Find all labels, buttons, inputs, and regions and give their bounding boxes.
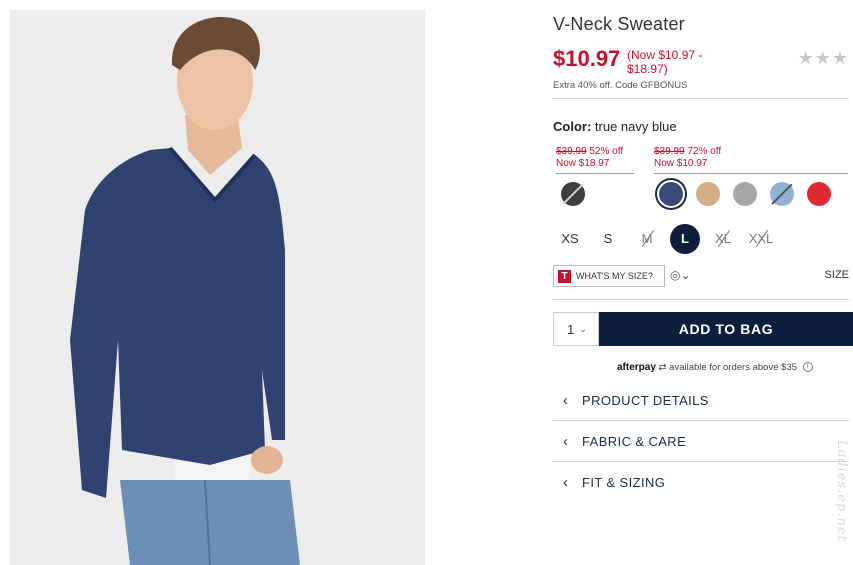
chevron-left-icon: ‹ xyxy=(563,392,568,409)
unavailable-slash xyxy=(562,183,584,205)
quantity-select[interactable]: 1 ⌄ xyxy=(553,312,599,346)
price-tag-group-2: $39.99 72% off Now $10.97 xyxy=(654,146,721,170)
quantity-value: 1 xyxy=(567,321,575,337)
divider xyxy=(556,173,634,174)
size-m[interactable]: M xyxy=(632,224,662,254)
divider xyxy=(553,299,849,300)
accordion-label: PRODUCT DETAILS xyxy=(582,393,709,408)
rating-stars[interactable]: ★★★ xyxy=(798,48,849,69)
fit-profile-icon[interactable]: ◎⌄ xyxy=(670,268,691,282)
accordion-label: FIT & SIZING xyxy=(582,475,666,490)
product-image xyxy=(10,10,425,565)
afterpay-logo: afterpay xyxy=(617,362,656,373)
size-guide-link[interactable]: SIZE xyxy=(825,269,849,281)
current-price: $10.97 xyxy=(553,46,621,71)
was-price: $39.99 xyxy=(556,146,587,157)
size-l[interactable]: L xyxy=(670,224,700,254)
color-line: Color: true navy blue xyxy=(553,119,677,134)
unavailable-slash xyxy=(771,183,793,205)
now-price: Now $10.97 xyxy=(654,158,708,169)
whats-my-size-label: WHAT'S MY SIZE? xyxy=(576,271,653,281)
color-swatch-light-blue[interactable] xyxy=(770,182,794,206)
color-swatch-red[interactable] xyxy=(807,182,831,206)
product-title: V-Neck Sweater xyxy=(553,14,685,34)
divider xyxy=(553,420,849,421)
afterpay-arrows-icon: ⇄ xyxy=(658,362,667,373)
size-s[interactable]: S xyxy=(593,224,623,254)
price-row: $10.97 (Now $10.97 - $18.97) ★★★ xyxy=(553,46,849,82)
accordion-fit-sizing[interactable]: ‹ FIT & SIZING xyxy=(553,463,849,503)
size-selector: XS S M L XL XXL xyxy=(553,224,853,254)
size-xs[interactable]: XS xyxy=(555,224,585,254)
color-swatch-true-navy-blue[interactable] xyxy=(659,182,683,206)
true-fit-logo-icon: T xyxy=(558,269,571,283)
chevron-left-icon: ‹ xyxy=(563,433,568,450)
discount: 52% off xyxy=(589,146,624,157)
color-label: Color: xyxy=(553,119,592,134)
afterpay-note: afterpay ⇄ available for orders above $3… xyxy=(617,362,813,373)
color-swatch-grey[interactable] xyxy=(733,182,757,206)
color-value: true navy blue xyxy=(594,119,677,134)
add-to-bag-button[interactable]: ADD TO BAG xyxy=(599,312,853,346)
watermark: Ladies.ep.net xyxy=(834,440,849,542)
afterpay-text: available for orders above $35 xyxy=(669,362,797,373)
chevron-left-icon: ‹ xyxy=(563,474,568,491)
divider xyxy=(553,98,849,99)
size-xxl[interactable]: XXL xyxy=(746,224,776,254)
promo-text: Extra 40% off. Code GFBONUS xyxy=(553,80,688,91)
was-price: $39.99 xyxy=(654,146,685,157)
price-tag-group-1: $39.99 52% off Now $18.97 xyxy=(556,146,623,170)
discount: 72% off xyxy=(687,146,722,157)
fit-row: T WHAT'S MY SIZE? ◎⌄ SIZE xyxy=(553,265,853,287)
divider xyxy=(553,461,849,462)
size-xl[interactable]: XL xyxy=(708,224,738,254)
info-icon[interactable]: i xyxy=(802,362,813,373)
whats-my-size-button[interactable]: T WHAT'S MY SIZE? xyxy=(553,265,665,287)
accordion-fabric-care[interactable]: ‹ FABRIC & CARE xyxy=(553,422,849,462)
price-range: (Now $10.97 - $18.97) xyxy=(627,48,703,76)
chevron-down-icon: ⌄ xyxy=(579,323,587,334)
accordion-label: FABRIC & CARE xyxy=(582,434,687,449)
accordion-product-details[interactable]: ‹ PRODUCT DETAILS xyxy=(553,381,849,421)
now-price: Now $18.97 xyxy=(556,158,610,169)
color-swatch-khaki[interactable] xyxy=(696,182,720,206)
model-illustration xyxy=(10,10,425,565)
divider xyxy=(654,173,848,174)
color-swatch-charcoal[interactable] xyxy=(561,182,585,206)
